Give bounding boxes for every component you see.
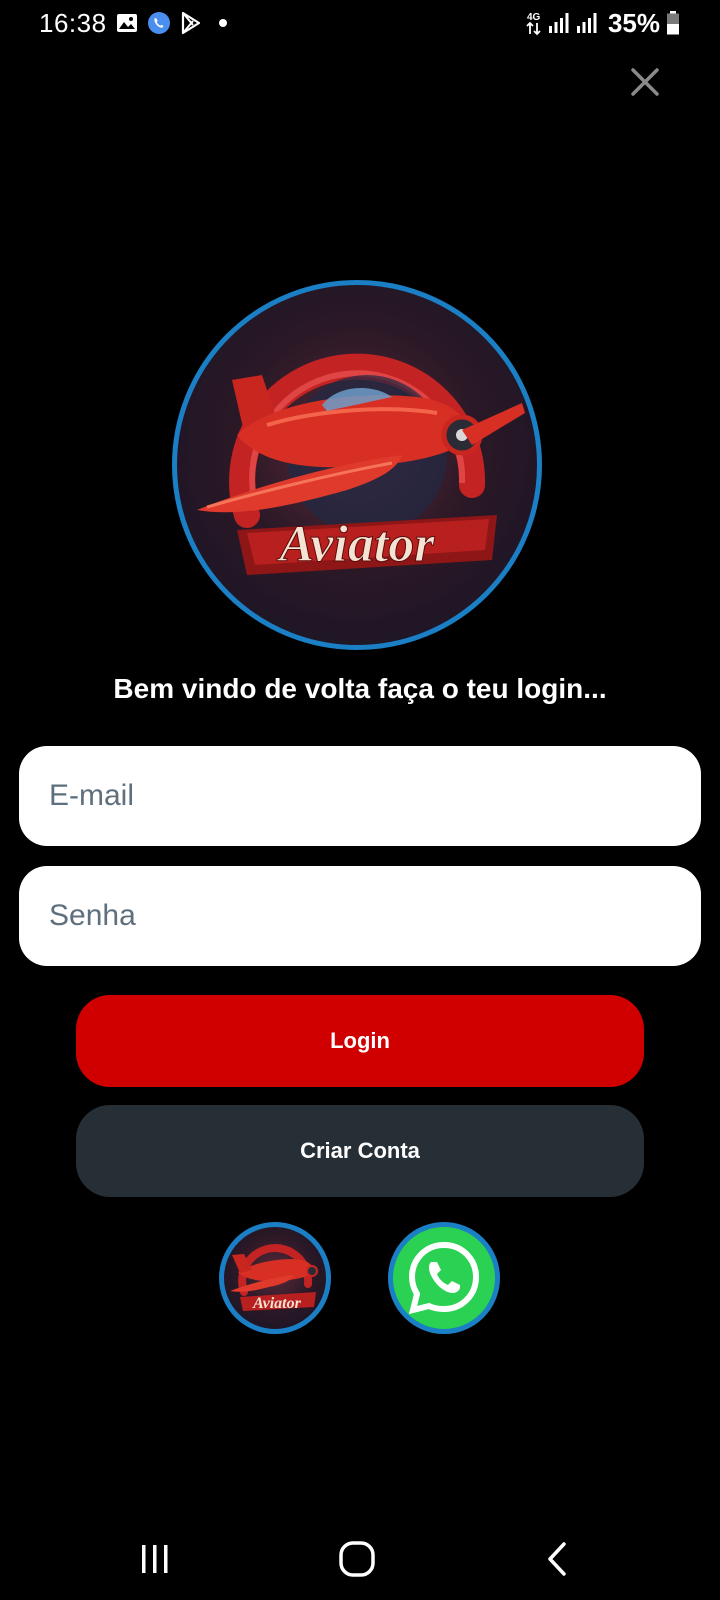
airplane-icon: Aviator [230, 1244, 318, 1312]
create-account-button-label: Criar Conta [300, 1138, 420, 1163]
battery-icon [666, 11, 680, 35]
status-bar: 16:38 4G 35% [0, 0, 720, 46]
home-button[interactable] [327, 1534, 387, 1584]
notification-dot-icon [211, 13, 231, 33]
close-button[interactable] [625, 62, 665, 102]
network-type: 4G [527, 12, 541, 23]
back-button[interactable] [528, 1534, 588, 1584]
battery-percentage: 35% [607, 7, 660, 38]
play-store-icon [180, 11, 202, 35]
whatsapp-icon [408, 1241, 480, 1315]
gallery-icon [116, 13, 138, 33]
logo-text: Aviator [276, 516, 435, 573]
recents-button[interactable] [125, 1534, 185, 1584]
create-account-button[interactable]: Criar Conta [76, 1105, 644, 1197]
email-field[interactable] [19, 746, 701, 846]
login-button[interactable]: Login [76, 995, 644, 1087]
login-button-label: Login [330, 1028, 390, 1053]
home-icon [339, 1541, 375, 1577]
status-notification-icons [116, 10, 231, 36]
whatsapp-button[interactable] [388, 1222, 500, 1334]
aviator-social-button[interactable]: Aviator [219, 1222, 331, 1334]
signal-icon [576, 12, 598, 34]
status-system-icons: 4G 35% [526, 8, 680, 38]
whatsapp-icon [147, 11, 171, 35]
airplane-icon: Aviator [197, 353, 525, 575]
back-icon [548, 1542, 566, 1576]
password-field[interactable] [19, 866, 701, 966]
status-time: 16:38 [39, 8, 107, 38]
signal-icon [548, 12, 570, 34]
close-icon [631, 68, 659, 96]
recents-icon [142, 1545, 168, 1573]
aviator-social-text: Aviator [252, 1295, 301, 1312]
navigation-bar [0, 1520, 720, 1600]
welcome-message: Bem vindo de volta faça o teu login... [113, 673, 607, 704]
aviator-logo: Aviator [172, 280, 542, 650]
data-arrows-icon: 4G [526, 10, 542, 36]
